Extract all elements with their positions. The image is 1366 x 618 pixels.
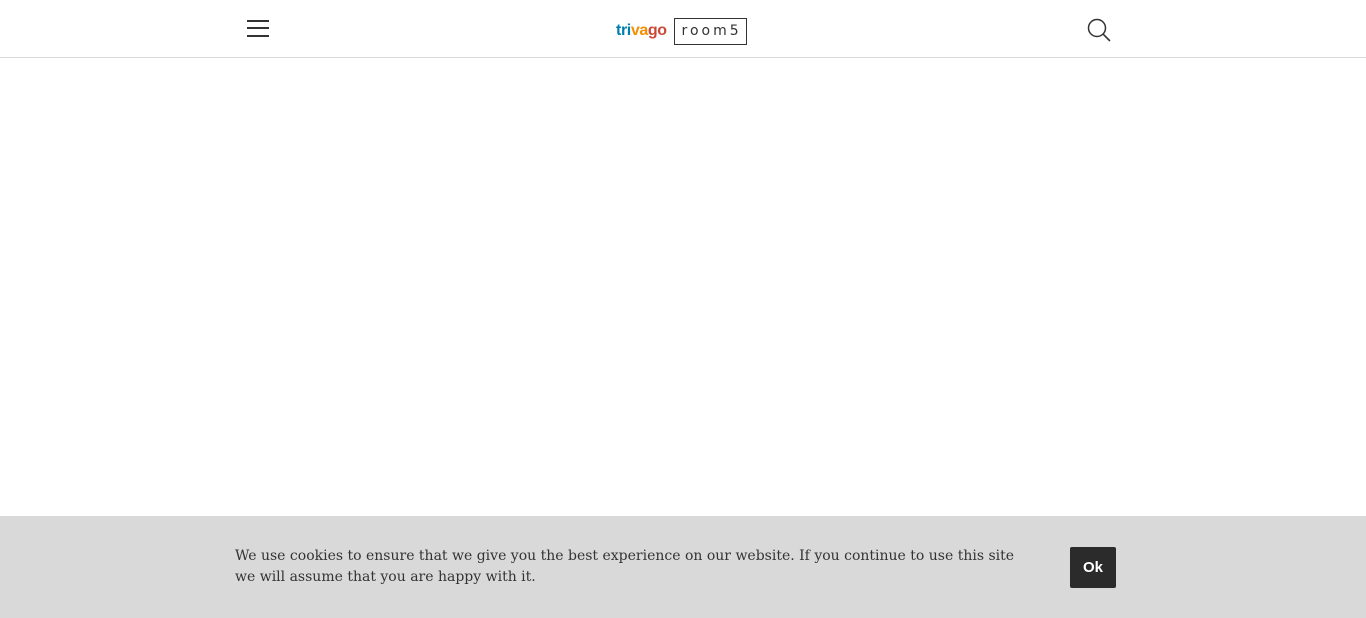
trivago-logo-letter: a (639, 22, 648, 39)
site-header: trivago room5 (0, 0, 1366, 58)
main-content-area (0, 58, 1366, 516)
cookie-notice-bar: We use cookies to ensure that we give yo… (0, 516, 1366, 618)
trivago-logo-letter: o (657, 22, 667, 39)
site-logo[interactable]: trivago room5 (616, 16, 747, 46)
trivago-logo-text: trivago (616, 23, 667, 39)
menu-line (247, 35, 269, 37)
trivago-logo-letter: g (647, 22, 658, 39)
search-icon[interactable] (1084, 15, 1114, 45)
hamburger-menu-icon[interactable] (240, 12, 276, 46)
cookie-ok-button[interactable]: Ok (1070, 547, 1116, 588)
search-icon-graphic (1087, 18, 1111, 42)
menu-line (247, 27, 269, 29)
cookie-notice-text: We use cookies to ensure that we give yo… (235, 548, 1015, 585)
room5-logo-box: room5 (673, 17, 747, 45)
menu-line (247, 20, 269, 22)
